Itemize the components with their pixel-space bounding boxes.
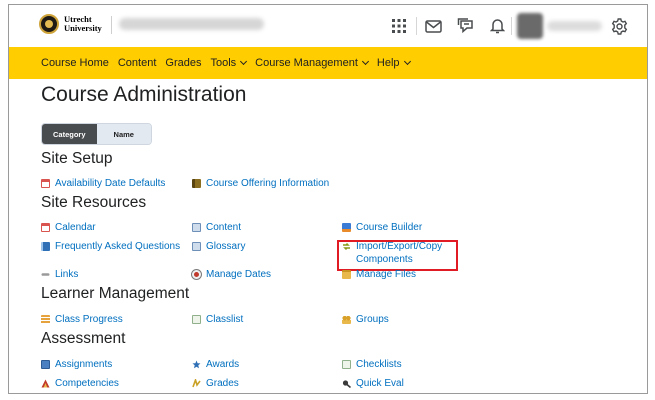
section-title-learner-management: Learner Management	[41, 285, 190, 302]
nav-grades[interactable]: Grades	[165, 57, 201, 69]
open-book-icon	[192, 223, 201, 232]
tool-course-offering-information[interactable]: Course Offering Information	[192, 177, 329, 190]
groups-icon	[342, 315, 351, 324]
chevron-down-icon	[403, 57, 411, 66]
avatar[interactable]	[517, 13, 543, 39]
folder-icon	[342, 270, 351, 279]
nav-tools[interactable]: Tools	[210, 57, 248, 69]
mail-icon[interactable]	[423, 16, 443, 36]
assignment-icon	[41, 360, 50, 369]
calendar-icon	[41, 179, 50, 188]
manage-dates-icon	[192, 270, 201, 279]
chevron-down-icon	[361, 57, 369, 66]
nav-course-home[interactable]: Course Home	[41, 57, 109, 69]
header-divider	[111, 16, 112, 34]
bell-icon[interactable]	[487, 16, 507, 36]
chat-icon[interactable]	[455, 16, 475, 36]
tool-calendar[interactable]: Calendar	[41, 221, 96, 234]
tool-manage-files[interactable]: Manage Files	[342, 268, 416, 281]
tool-competencies[interactable]: Competencies	[41, 377, 119, 390]
open-book-icon	[192, 242, 201, 251]
toggle-name[interactable]: Name	[96, 124, 151, 144]
link-icon	[41, 270, 50, 279]
checklist-icon	[342, 360, 351, 369]
section-title-site-resources: Site Resources	[41, 194, 147, 211]
university-seal-icon	[39, 14, 59, 34]
top-header: Utrecht University	[9, 5, 647, 47]
page-title: Course Administration	[41, 83, 247, 106]
quick-eval-icon	[342, 379, 352, 389]
browser-frame: Utrecht University Course Home Content G…	[8, 4, 648, 394]
tool-quick-eval[interactable]: Quick Eval	[342, 377, 404, 390]
classlist-icon	[192, 315, 201, 324]
university-logo[interactable]: Utrecht University	[39, 14, 102, 34]
gear-icon[interactable]	[609, 16, 629, 36]
header-divider	[416, 17, 417, 35]
course-name-redacted	[119, 18, 264, 30]
section-title-site-setup: Site Setup	[41, 150, 113, 167]
nav-content[interactable]: Content	[118, 57, 157, 69]
book-icon	[192, 179, 201, 188]
header-divider	[511, 17, 512, 35]
tool-checklists[interactable]: Checklists	[342, 358, 402, 371]
faq-icon	[41, 242, 50, 251]
tool-course-builder[interactable]: Course Builder	[342, 221, 422, 234]
tool-glossary[interactable]: Glossary	[192, 240, 245, 253]
tool-links[interactable]: Links	[41, 268, 78, 281]
user-name-redacted[interactable]	[547, 21, 602, 31]
grades-icon	[192, 377, 201, 388]
progress-icon	[41, 315, 50, 324]
nav-help[interactable]: Help	[377, 57, 411, 69]
tool-manage-dates[interactable]: Manage Dates	[192, 268, 271, 281]
tool-import-export-copy[interactable]: Import/Export/Copy Components	[342, 240, 468, 266]
section-title-assessment: Assessment	[41, 330, 126, 347]
tool-classlist[interactable]: Classlist	[192, 313, 243, 326]
nav-course-management[interactable]: Course Management	[255, 57, 369, 69]
tool-content[interactable]: Content	[192, 221, 241, 234]
view-toggle: Category Name	[41, 123, 152, 145]
competency-icon	[41, 379, 50, 388]
import-export-icon	[342, 242, 351, 251]
tool-availability-date-defaults[interactable]: Availability Date Defaults	[41, 177, 165, 190]
chevron-down-icon	[240, 57, 248, 66]
logo-line2: University	[64, 23, 102, 33]
waffle-icon[interactable]	[389, 16, 409, 36]
tool-groups[interactable]: Groups	[342, 313, 389, 326]
toggle-category[interactable]: Category	[42, 124, 97, 144]
tool-faq[interactable]: Frequently Asked Questions	[41, 240, 180, 253]
award-icon	[192, 360, 201, 369]
tool-class-progress[interactable]: Class Progress	[41, 313, 123, 326]
tool-assignments[interactable]: Assignments	[41, 358, 112, 371]
calendar-icon	[41, 223, 50, 232]
tool-grades[interactable]: Grades	[192, 377, 239, 390]
blocks-icon	[342, 223, 351, 232]
course-navbar: Course Home Content Grades Tools Course …	[9, 47, 647, 79]
tool-awards[interactable]: Awards	[192, 358, 239, 371]
